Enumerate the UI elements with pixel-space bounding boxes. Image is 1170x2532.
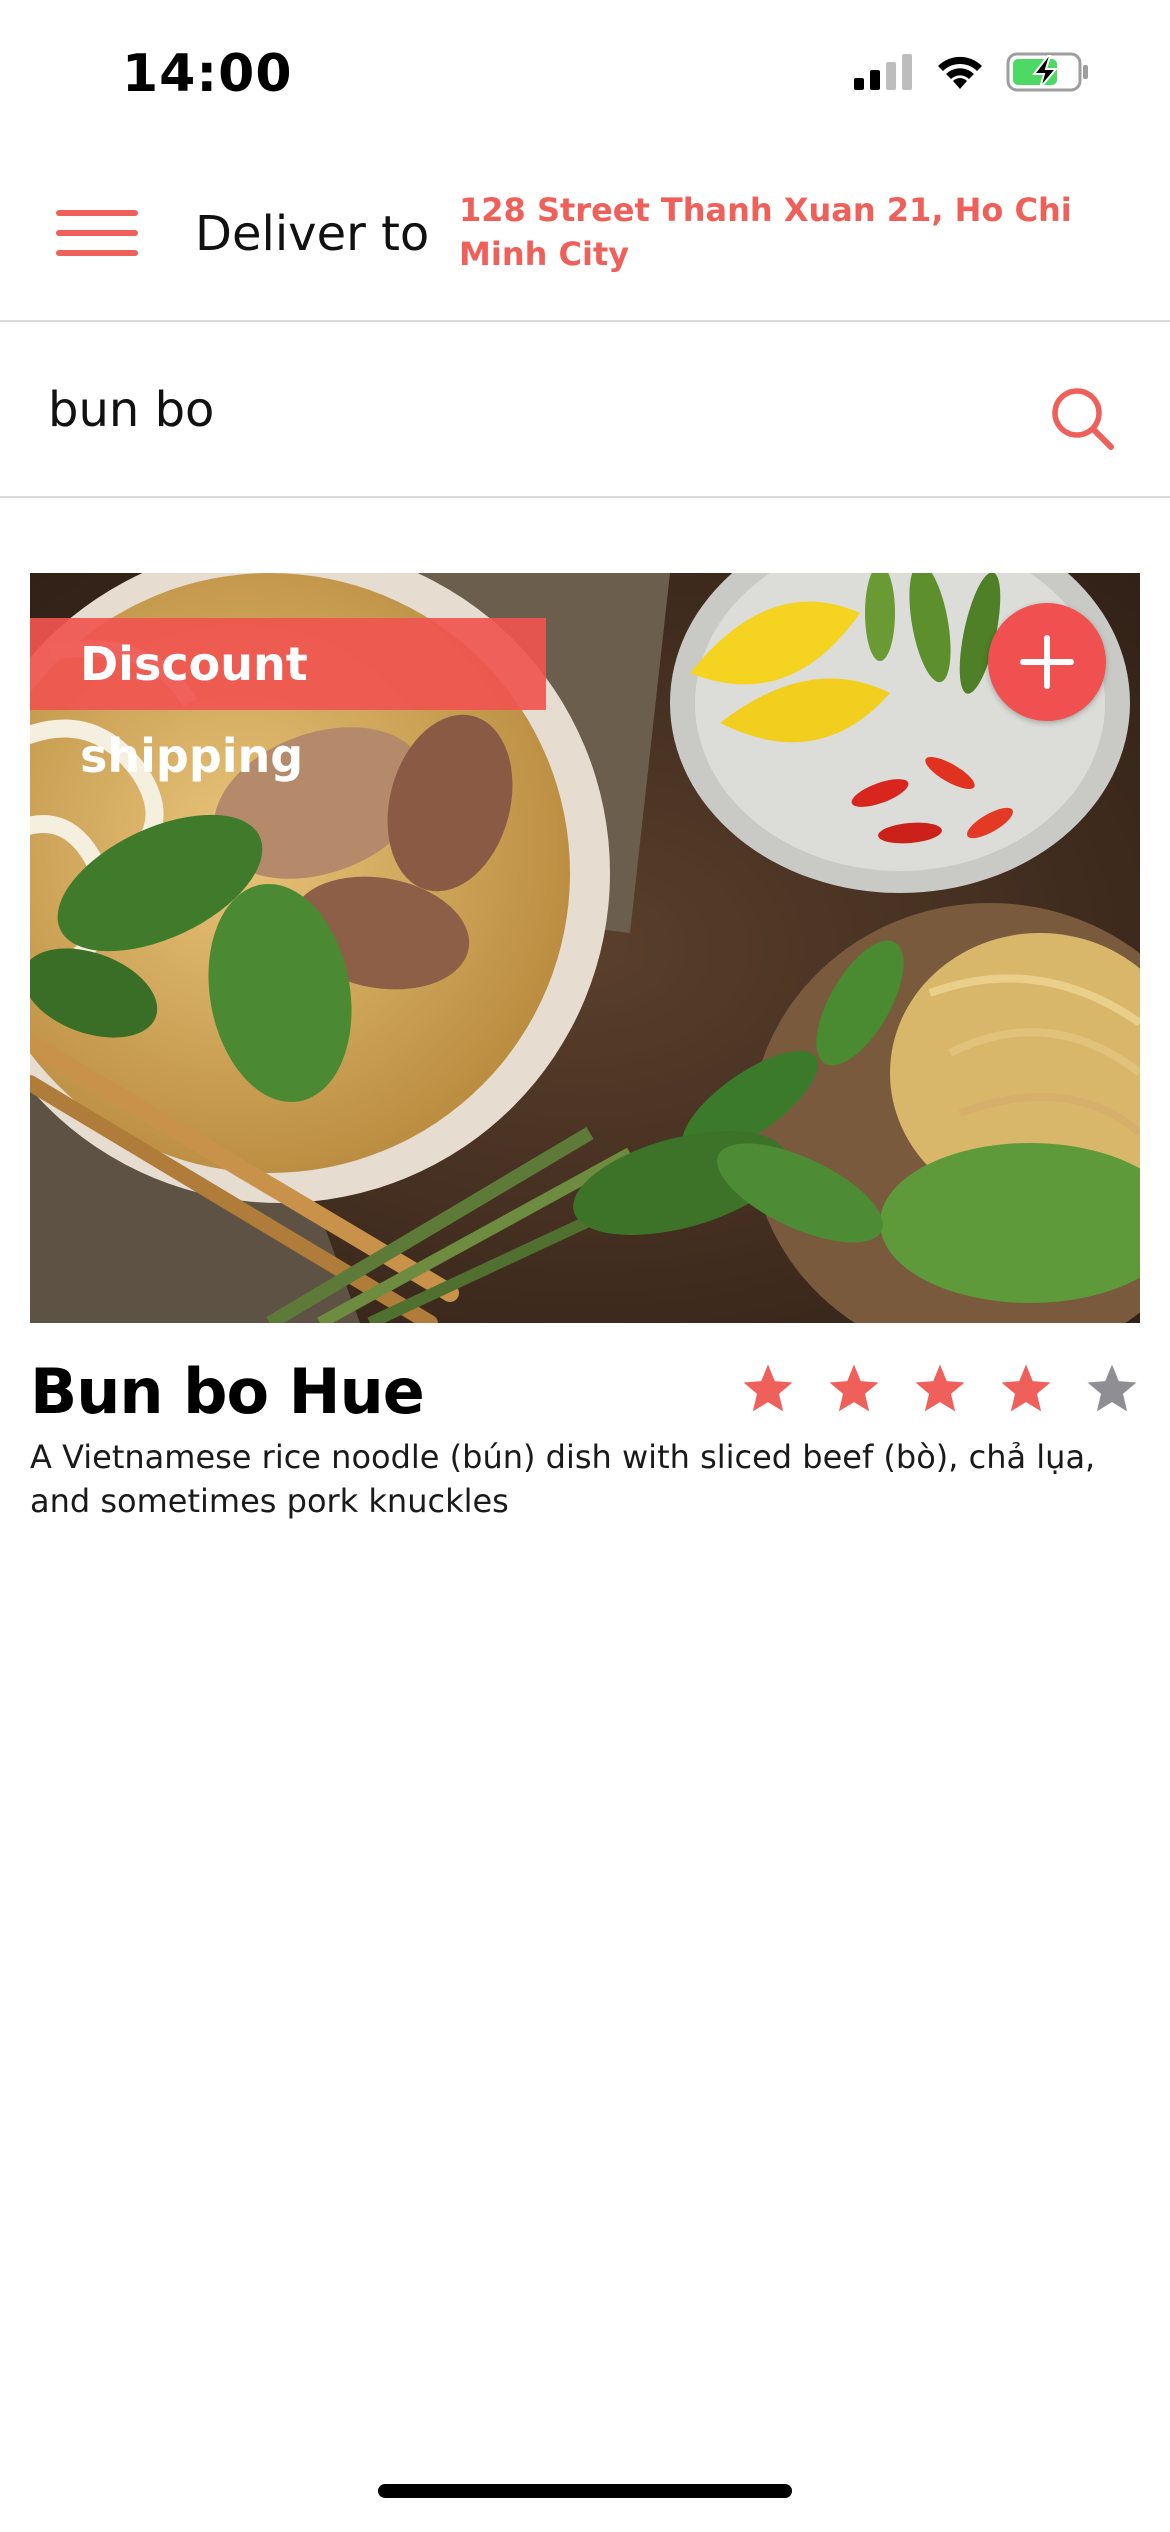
wifi-icon: [934, 53, 986, 96]
discount-shipping-badge: Discount shipping: [30, 618, 546, 783]
search-input[interactable]: [48, 370, 1008, 450]
product-title: Bun bo Hue: [30, 1355, 425, 1428]
battery-charging-icon: [1006, 52, 1090, 97]
search-bar: [0, 322, 1170, 498]
search-button[interactable]: [1048, 384, 1118, 454]
app-header: Deliver to 128 Street Thanh Xuan 21, Ho …: [0, 150, 1170, 322]
product-card[interactable]: Discount shipping Bun bo Hue A Vietnames…: [30, 573, 1140, 1520]
status-bar: 14:00: [0, 0, 1170, 150]
star-filled-icon: [743, 1364, 793, 1412]
star-filled-icon: [1001, 1364, 1051, 1412]
cellular-signal-icon: [854, 54, 914, 95]
status-time: 14:00: [122, 44, 293, 104]
app-screen: 14:00 Deliver to 128 Street Thanh Xuan 2…: [0, 0, 1170, 2532]
star-filled-icon: [915, 1364, 965, 1412]
star-empty-icon: [1087, 1364, 1137, 1412]
delivery-address-link[interactable]: 128 Street Thanh Xuan 21, Ho Chi Minh Ci…: [459, 188, 1099, 276]
add-to-cart-button[interactable]: [988, 603, 1106, 721]
star-filled-icon: [829, 1364, 879, 1412]
product-description: A Vietnamese rice noodle (bún) dish with…: [30, 1438, 1096, 1520]
star-rating: [740, 1361, 1140, 1417]
home-indicator[interactable]: [378, 2484, 792, 2498]
deliver-to-label: Deliver to: [195, 206, 430, 262]
status-icons: [854, 52, 1090, 97]
search-icon: [1048, 388, 1118, 458]
menu-button[interactable]: [56, 206, 138, 262]
product-image[interactable]: Discount shipping: [30, 573, 1140, 1323]
